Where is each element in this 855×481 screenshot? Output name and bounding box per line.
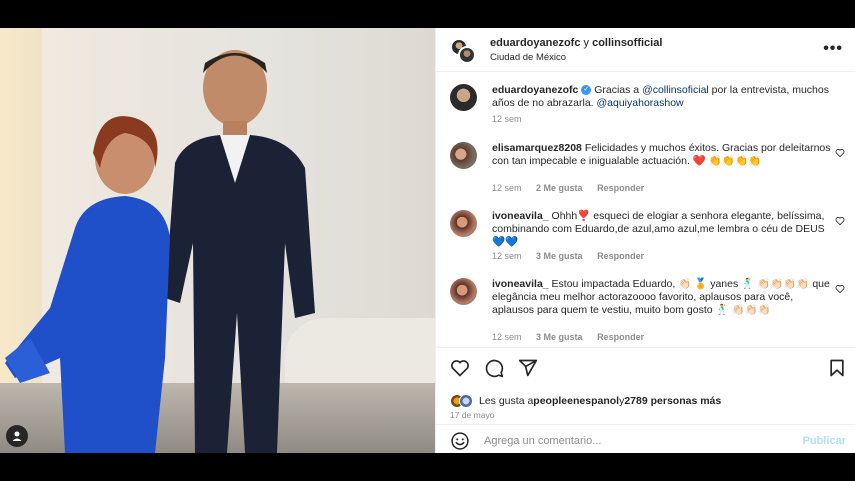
likes-pre: Les gusta a xyxy=(479,395,534,407)
comments-list[interactable]: eduardoyanezofc ✓ Gracias a @collinsofic… xyxy=(436,72,855,347)
comment-input[interactable]: Agrega un comentario... xyxy=(484,435,601,447)
likes-count[interactable]: 2789 personas más xyxy=(624,395,721,407)
user-tag-icon[interactable] xyxy=(6,425,28,447)
reply-button[interactable]: Responder xyxy=(597,251,644,261)
heart-icon[interactable] xyxy=(835,284,845,294)
post-photo[interactable] xyxy=(0,28,435,453)
photo-woman xyxy=(5,116,170,453)
comment-icon[interactable] xyxy=(484,358,504,378)
photo-man xyxy=(165,50,315,453)
comment-meta: 12 sem 3 Me gusta Responder xyxy=(492,332,656,342)
comment-text: elisamarquez8208 Felicidades y muchos éx… xyxy=(492,142,832,168)
comment-user[interactable]: ivoneavila_ xyxy=(492,278,549,290)
action-icons xyxy=(450,358,845,380)
comment-time[interactable]: 12 sem xyxy=(492,251,522,261)
header-usernames: eduardoyanezofc y collinsofficial xyxy=(490,37,662,49)
comment-time[interactable]: 12 sem xyxy=(492,183,522,193)
reply-button[interactable]: Responder xyxy=(597,183,644,193)
more-icon[interactable]: ••• xyxy=(823,40,843,58)
post-modal: eduardoyanezofc y collinsofficial Ciudad… xyxy=(0,28,855,453)
publish-button[interactable]: Publicar xyxy=(803,435,846,447)
header-user1[interactable]: eduardoyanezofc xyxy=(490,37,580,49)
caption-mention-2[interactable]: @aquiyahorashow xyxy=(597,97,684,109)
post-actions: Les gusta a peopleenespanol y 2789 perso… xyxy=(436,347,855,453)
heart-icon[interactable] xyxy=(835,148,845,158)
post-header: eduardoyanezofc y collinsofficial Ciudad… xyxy=(436,28,855,72)
comment-meta: 12 sem 2 Me gusta Responder xyxy=(492,183,656,193)
heart-icon[interactable] xyxy=(450,358,470,378)
emoji-icon[interactable] xyxy=(450,431,470,451)
avatar[interactable] xyxy=(450,142,477,169)
avatar[interactable] xyxy=(450,84,477,111)
comment-text: ivoneavila_ Ohhh❣️ esqueci de elogiar a … xyxy=(492,210,832,249)
avatar[interactable] xyxy=(450,278,477,305)
post-date[interactable]: 17 de mayo xyxy=(450,410,494,420)
verified-icon: ✓ xyxy=(581,85,592,96)
post-side-panel: eduardoyanezofc y collinsofficial Ciudad… xyxy=(435,28,855,453)
comment-likes[interactable]: 2 Me gusta xyxy=(536,183,583,193)
comment-likes[interactable]: 3 Me gusta xyxy=(536,332,583,342)
header-avatars[interactable] xyxy=(450,38,476,64)
header-location[interactable]: Ciudad de México xyxy=(490,52,566,63)
caption-user[interactable]: eduardoyanezofc xyxy=(492,84,578,96)
comment-user[interactable]: elisamarquez8208 xyxy=(492,142,582,154)
heart-icon[interactable] xyxy=(835,216,845,226)
comment-text: ivoneavila_ Estou impactada Eduardo, 👏🏻 … xyxy=(492,278,832,317)
caption-time[interactable]: 12 sem xyxy=(492,114,522,124)
caption-mention-1[interactable]: @collinsoficial xyxy=(642,84,709,96)
header-joiner: y xyxy=(583,37,590,49)
comment-meta: 12 sem 3 Me gusta Responder xyxy=(492,251,656,261)
avatar[interactable] xyxy=(450,210,477,237)
reply-button[interactable]: Responder xyxy=(597,332,644,342)
comment-time[interactable]: 12 sem xyxy=(492,332,522,342)
share-icon[interactable] xyxy=(518,358,538,378)
avatar[interactable] xyxy=(458,46,476,64)
comment-likes[interactable]: 3 Me gusta xyxy=(536,251,583,261)
likes-user[interactable]: peopleenespanol xyxy=(533,395,619,407)
caption-pre: Gracias a xyxy=(594,84,643,96)
caption-meta: 12 sem xyxy=(492,114,534,124)
avatar[interactable] xyxy=(459,394,473,408)
caption-text: eduardoyanezofc ✓ Gracias a @collinsofic… xyxy=(492,84,832,110)
bookmark-icon[interactable] xyxy=(827,358,847,378)
comment-user[interactable]: ivoneavila_ xyxy=(492,210,549,222)
header-user2[interactable]: collinsofficial xyxy=(592,37,662,49)
add-comment-bar: Agrega un comentario... Publicar xyxy=(436,424,855,454)
likes-summary: Les gusta a peopleenespanol y 2789 perso… xyxy=(450,394,721,408)
